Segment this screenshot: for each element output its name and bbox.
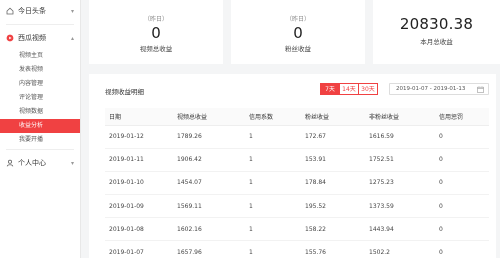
table-cell: 0 [435, 240, 489, 258]
sidebar-item-video-home[interactable]: 视频主页 [0, 49, 80, 63]
tab-14-days[interactable]: 14天 [339, 83, 359, 95]
table-cell: 2019-01-09 [105, 194, 173, 219]
table-cell: 0 [435, 125, 489, 149]
table-cell: 2019-01-11 [105, 148, 173, 172]
stat-card-month-income: 20830.38 本月总收益 [373, 0, 500, 64]
table-cell: 1443.94 [365, 217, 435, 242]
nav-section-personal-center[interactable]: 个人中心 ▾ [0, 152, 80, 174]
stat-value: 0 [151, 24, 161, 42]
nav-section-xigua[interactable]: 西瓜视频 ▴ [0, 27, 80, 49]
nav-section-label: 个人中心 [18, 159, 46, 167]
date-range-text: 2019-01-07 - 2019-01-13 [396, 86, 466, 92]
stat-card-video-income: （昨日） 0 视频总收益 [89, 0, 223, 64]
table-cell: 1 [245, 194, 301, 219]
table-row: 2019-01-08 1602.16 1 158.22 1443.94 0 [105, 217, 489, 242]
income-detail-panel: 视频收益明细 7天 14天 30天 2019-01-07 - 2019-01-1… [89, 74, 496, 258]
stat-label: 视频总收益 [139, 45, 173, 53]
table-cell: 1657.96 [173, 240, 245, 258]
table-row: 2019-01-12 1789.26 1 172.67 1616.59 0 [105, 125, 489, 149]
chevron-up-icon: ▴ [70, 34, 74, 42]
divider [6, 24, 74, 25]
table-cell: 1569.11 [173, 194, 245, 219]
column-header-date: 日期 [105, 108, 173, 126]
table-cell: 1 [245, 148, 301, 172]
nav-section-label: 今日头条 [18, 7, 46, 15]
table-cell: 1502.2 [365, 240, 435, 258]
table-cell: 1373.59 [365, 194, 435, 219]
panel-title: 视频收益明细 [105, 88, 144, 96]
column-header-fans-income: 粉丝收益 [301, 108, 365, 126]
table-cell: 2019-01-08 [105, 217, 173, 242]
home-icon [6, 7, 14, 15]
table-cell: 2019-01-12 [105, 125, 173, 149]
table-cell: 1275.23 [365, 171, 435, 196]
table-cell: 0 [435, 217, 489, 242]
table-cell: 1616.59 [365, 125, 435, 149]
table-cell: 195.52 [301, 194, 365, 219]
divider [6, 149, 74, 150]
date-range-picker[interactable]: 2019-01-07 - 2019-01-13 [389, 83, 489, 95]
user-icon [6, 159, 14, 167]
tab-7-days[interactable]: 7天 [320, 83, 340, 95]
table-cell: 2019-01-07 [105, 240, 173, 258]
table-row: 2019-01-11 1906.42 1 153.91 1752.51 0 [105, 148, 489, 172]
table-cell: 1 [245, 240, 301, 258]
table-cell: 153.91 [301, 148, 365, 172]
video-icon [6, 34, 14, 42]
stat-value: 0 [293, 24, 303, 42]
table-cell: 178.84 [301, 171, 365, 196]
table-row: 2019-01-07 1657.96 1 155.76 1502.2 0 [105, 240, 489, 258]
stat-label: 本月总收益 [420, 38, 453, 46]
nav-section-label: 西瓜视频 [18, 34, 46, 42]
table-header-row: 日期 视频总收益 信用系数 粉丝收益 非粉丝收益 信用惩罚 [105, 108, 489, 126]
nav-section-toutiao[interactable]: 今日头条 ▾ [0, 0, 80, 22]
sidebar: 今日头条 ▾ 西瓜视频 ▴ 视频主页 发表视频 内容管理 评论管理 视频数据 收… [0, 0, 81, 258]
column-header-credit-penalty: 信用惩罚 [435, 108, 489, 126]
table-cell: 172.67 [301, 125, 365, 149]
sidebar-item-video-data[interactable]: 视频数据 [0, 105, 80, 119]
table-cell: 1 [245, 217, 301, 242]
column-header-credit-factor: 信用系数 [245, 108, 301, 126]
stat-label: 粉丝收益 [285, 45, 311, 53]
table-cell: 1906.42 [173, 148, 245, 172]
table-cell: 0 [435, 148, 489, 172]
table-cell: 0 [435, 194, 489, 219]
table-cell: 158.22 [301, 217, 365, 242]
sidebar-item-income-analysis[interactable]: 收益分析 [0, 119, 80, 133]
column-header-non-fans-income: 非粉丝收益 [365, 108, 435, 126]
sidebar-item-publish-video[interactable]: 发表视频 [0, 63, 80, 77]
chevron-down-icon: ▾ [70, 7, 74, 15]
stat-value: 20830.38 [399, 15, 474, 33]
income-table: 日期 视频总收益 信用系数 粉丝收益 非粉丝收益 信用惩罚 2019-01-12… [105, 108, 489, 258]
sidebar-item-content-management[interactable]: 内容管理 [0, 77, 80, 91]
column-header-video-income: 视频总收益 [173, 108, 245, 126]
table-cell: 2019-01-10 [105, 171, 173, 196]
table-cell: 0 [435, 171, 489, 196]
table-row: 2019-01-09 1569.11 1 195.52 1373.59 0 [105, 194, 489, 219]
table-cell: 1 [245, 125, 301, 149]
sidebar-item-comment-management[interactable]: 评论管理 [0, 91, 80, 105]
stat-period: （昨日） [143, 16, 168, 23]
calendar-icon [477, 86, 484, 93]
chevron-down-icon: ▾ [70, 159, 74, 167]
tab-30-days[interactable]: 30天 [358, 83, 378, 95]
stat-card-fans-income: （昨日） 0 粉丝收益 [231, 0, 365, 64]
sidebar-item-go-live[interactable]: 我要开播 [0, 133, 80, 147]
table-cell: 155.76 [301, 240, 365, 258]
table-cell: 1 [245, 171, 301, 196]
table-cell: 1752.51 [365, 148, 435, 172]
stat-period: （昨日） [285, 16, 310, 23]
table-row: 2019-01-10 1454.07 1 178.84 1275.23 0 [105, 171, 489, 196]
table-cell: 1454.07 [173, 171, 245, 196]
range-tabs: 7天 14天 30天 [320, 83, 378, 95]
table-cell: 1789.26 [173, 125, 245, 149]
table-cell: 1602.16 [173, 217, 245, 242]
